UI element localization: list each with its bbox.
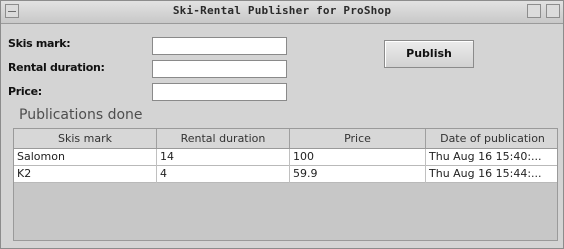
cell-skis-mark: K2 — [14, 166, 157, 183]
skis-mark-label: Skis mark: — [8, 37, 71, 50]
rental-duration-label: Rental duration: — [8, 61, 105, 74]
maximize-button[interactable] — [546, 4, 560, 18]
title-bar[interactable]: Ski-Rental Publisher for ProShop — [1, 1, 563, 24]
column-header-skis-mark[interactable]: Skis mark — [14, 129, 157, 148]
cell-rental-duration: 14 — [157, 149, 290, 166]
table-row[interactable]: K2 4 59.9 Thu Aug 16 15:44:... — [14, 166, 557, 183]
price-label: Price: — [8, 85, 42, 98]
minimize-button[interactable] — [527, 4, 541, 18]
cell-price: 59.9 — [290, 166, 426, 183]
table-row[interactable]: Salomon 14 100 Thu Aug 16 15:40:... — [14, 149, 557, 166]
window-title: Ski-Rental Publisher for ProShop — [172, 4, 392, 17]
cell-rental-duration: 4 — [157, 166, 290, 183]
column-header-date-of-publication[interactable]: Date of publication — [426, 129, 557, 148]
price-input[interactable] — [152, 83, 287, 101]
cell-date-of-publication: Thu Aug 16 15:44:... — [429, 167, 542, 180]
column-header-price[interactable]: Price — [290, 129, 426, 148]
table-header: Skis mark Rental duration Price Date of … — [14, 129, 557, 149]
rental-duration-input[interactable] — [152, 60, 287, 78]
publications-table[interactable]: Skis mark Rental duration Price Date of … — [13, 128, 558, 241]
skis-mark-input[interactable] — [152, 37, 287, 55]
cell-date-of-publication: Thu Aug 16 15:40:... — [429, 150, 542, 163]
column-header-rental-duration[interactable]: Rental duration — [157, 129, 290, 148]
cell-skis-mark: Salomon — [14, 149, 157, 166]
publish-button[interactable]: Publish — [384, 40, 474, 68]
publications-title: Publications done — [19, 107, 143, 123]
cell-price: 100 — [290, 149, 426, 166]
app-window: Ski-Rental Publisher for ProShop Skis ma… — [0, 0, 564, 249]
